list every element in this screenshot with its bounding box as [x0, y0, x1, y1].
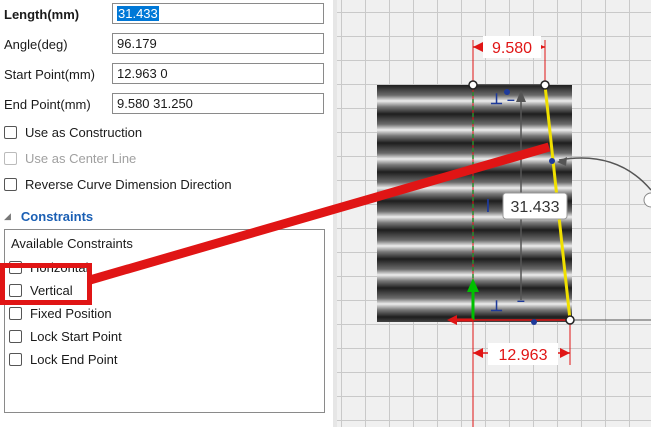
- lock-start-point-checkbox[interactable]: [9, 329, 22, 343]
- length-dimension-value: 31.433: [511, 199, 560, 216]
- end-point-field[interactable]: 9.580 31.250: [112, 93, 324, 114]
- highlight-box: [0, 263, 92, 305]
- use-as-construction-checkbox[interactable]: [4, 125, 17, 139]
- constraint-lock-start-point[interactable]: Lock Start Point: [9, 326, 122, 346]
- top-dimension-value: 9.580: [492, 40, 532, 57]
- length-label: Length(mm): [4, 7, 80, 22]
- constraints-title: Constraints: [20, 208, 94, 224]
- collapse-triangle-icon[interactable]: ◢: [4, 211, 11, 222]
- properties-panel: Length(mm) 31.433 Angle(deg) 96.179 Star…: [0, 0, 333, 427]
- use-as-center-line-checkbox: [4, 151, 17, 165]
- constraint-fixed-position[interactable]: Fixed Position: [9, 303, 112, 323]
- fixed-position-checkbox[interactable]: [9, 306, 22, 320]
- sketch-canvas[interactable]: ⊥ – ⊥ – | 9.580 31.433 12.963: [337, 0, 651, 427]
- arc-handle[interactable]: [643, 192, 651, 208]
- use-as-construction-label: Use as Construction: [25, 124, 143, 140]
- bottom-dimension-value: 12.963: [499, 347, 548, 364]
- use-as-center-line-option: Use as Center Line: [4, 147, 136, 169]
- endpoint-handle[interactable]: [565, 315, 575, 325]
- length-value: 31.433: [117, 6, 159, 21]
- available-constraints-title: Available Constraints: [11, 236, 133, 251]
- constraints-section-header[interactable]: ◢ Constraints: [4, 206, 93, 226]
- reverse-direction-option[interactable]: Reverse Curve Dimension Direction: [4, 173, 232, 195]
- constraint-lock-end-point[interactable]: Lock End Point: [9, 349, 117, 369]
- start-point-row: Start Point(mm) 12.963 0: [0, 62, 330, 88]
- arrow-left-icon: [473, 42, 483, 52]
- midpoint-icon[interactable]: [549, 158, 555, 164]
- angle-label: Angle(deg): [4, 37, 68, 52]
- length-field[interactable]: 31.433: [112, 3, 324, 24]
- lock-end-point-label: Lock End Point: [30, 351, 118, 367]
- reverse-direction-checkbox[interactable]: [4, 177, 17, 191]
- endpoint-handle[interactable]: [468, 80, 478, 90]
- fixed-position-label: Fixed Position: [30, 305, 112, 321]
- perpendicular-constraint-icon[interactable]: ⊥: [490, 298, 503, 315]
- curve-dimension-arc: [558, 157, 651, 191]
- angle-row: Angle(deg) 96.179: [0, 32, 330, 58]
- perpendicular-constraint-icon[interactable]: ⊥: [490, 91, 503, 108]
- arrow-left-icon: [473, 348, 483, 358]
- lock-start-point-label: Lock Start Point: [30, 328, 122, 344]
- length-row: Length(mm) 31.433: [0, 2, 330, 28]
- end-point-row: End Point(mm) 9.580 31.250: [0, 92, 330, 118]
- midpoint-icon[interactable]: [531, 319, 537, 325]
- midpoint-icon[interactable]: [504, 89, 510, 95]
- constraints-list: Available Constraints Horizontal Vertica…: [4, 229, 325, 413]
- arrow-right-icon: [560, 348, 570, 358]
- use-as-construction-option[interactable]: Use as Construction: [4, 121, 142, 143]
- sketch-drawing[interactable]: ⊥ – ⊥ – | 9.580 31.433 12.963: [337, 0, 651, 427]
- angle-field[interactable]: 96.179: [112, 33, 324, 54]
- vertical-constraint-icon[interactable]: |: [486, 196, 490, 212]
- endpoint-handle[interactable]: [540, 80, 550, 90]
- lock-end-point-checkbox[interactable]: [9, 352, 22, 366]
- start-point-field[interactable]: 12.963 0: [112, 63, 324, 84]
- start-point-label: Start Point(mm): [4, 67, 96, 82]
- use-as-center-line-label: Use as Center Line: [25, 150, 137, 166]
- end-point-label: End Point(mm): [4, 97, 91, 112]
- reverse-direction-label: Reverse Curve Dimension Direction: [25, 176, 232, 192]
